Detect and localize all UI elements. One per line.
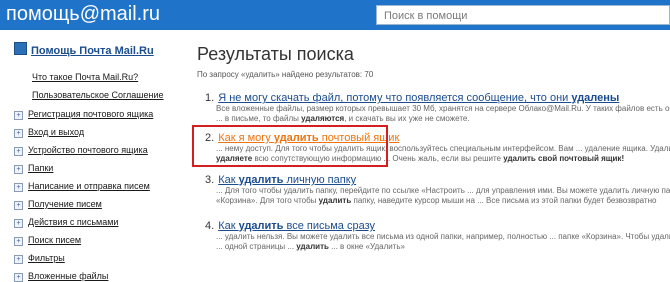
query-info: По запросу «удалить» найдено результатов… (197, 70, 374, 79)
sidebar-item-label[interactable]: Получение писем (28, 199, 102, 209)
expand-plus-icon[interactable]: + (14, 201, 23, 210)
sidebar-item-folders[interactable]: + Папки (14, 163, 53, 174)
result-link[interactable]: Как удалить все письма сразу (218, 220, 375, 232)
sidebar-item-label[interactable]: Поиск писем (28, 235, 81, 245)
page-title: Результаты поиска (197, 44, 354, 64)
sidebar-item-what-is-mail[interactable]: Что такое Почта Mail.Ru? (32, 72, 138, 82)
sidebar-item-login[interactable]: + Вход и выход (14, 127, 84, 138)
result-snippet: ... в письме, то файлы удаляются, и скач… (216, 114, 470, 123)
search-input[interactable] (377, 7, 669, 25)
site-logo[interactable]: помощь@mail.ru (6, 3, 160, 26)
result-number: 4. (205, 220, 215, 232)
expand-plus-icon[interactable]: + (14, 183, 23, 192)
sidebar-item-label[interactable]: Устройство почтового ящика (28, 145, 148, 155)
result-link-keyword[interactable]: удалить (239, 174, 284, 186)
result-item: 4. Как удалить все письма сразу ... удали… (205, 220, 670, 252)
expand-plus-icon[interactable]: + (14, 129, 23, 138)
sidebar-item-mailbox-structure[interactable]: + Устройство почтового ящика (14, 145, 148, 156)
sidebar-item-label[interactable]: Регистрация почтового ящика (28, 109, 153, 119)
header-bar: помощь@mail.ru (0, 0, 670, 30)
result-link[interactable]: Я не могу скачать файл, потому что появл… (218, 92, 619, 104)
sidebar-item-label[interactable]: Действия с письмами (28, 217, 118, 227)
sidebar-item-attachments[interactable]: + Вложенные файлы (14, 271, 108, 282)
result-link-text[interactable]: все письма сразу (283, 220, 375, 232)
sidebar-item-user-agreement[interactable]: Пользовательское Соглашение (32, 90, 164, 100)
search-box[interactable] (376, 5, 670, 25)
sidebar-item-label[interactable]: Папки (28, 163, 53, 173)
result-link-text[interactable]: Я не могу скачать файл, потому что появл… (218, 92, 571, 104)
expand-plus-icon[interactable]: + (14, 255, 23, 264)
result-snippet: ... удалить нельзя. Вы можете удалить вс… (216, 232, 670, 241)
sidebar-item-writing[interactable]: + Написание и отправка писем (14, 181, 150, 192)
highlight-frame (192, 125, 388, 167)
result-link-keyword[interactable]: удалить (239, 220, 284, 232)
sidebar-item-label[interactable]: Вход и выход (28, 127, 84, 137)
expand-plus-icon[interactable]: + (14, 165, 23, 174)
result-item: 1. Я не могу скачать файл, потому что поя… (205, 92, 670, 124)
result-number: 1. (205, 92, 215, 104)
sidebar-item-label[interactable]: Вложенные файлы (28, 271, 108, 281)
result-snippet: Все вложенные файлы, размер которых прев… (216, 104, 670, 113)
expand-plus-icon[interactable]: + (14, 237, 23, 246)
sidebar-item-label[interactable]: Что такое Почта Mail.Ru? (32, 72, 138, 82)
expand-plus-icon[interactable]: + (14, 111, 23, 120)
sidebar-item-search[interactable]: + Поиск писем (14, 235, 81, 246)
result-link[interactable]: Как удалить личную папку (218, 174, 356, 186)
sidebar-item-label[interactable]: Пользовательское Соглашение (32, 90, 164, 100)
help-book-icon (14, 42, 27, 55)
sidebar-item-registration[interactable]: + Регистрация почтового ящика (14, 109, 153, 120)
result-item: 3. Как удалить личную папку ... Для того … (205, 174, 670, 206)
sidebar-item-receiving[interactable]: + Получение писем (14, 199, 102, 210)
result-snippet: «Корзина». Для того чтобы удалить папку,… (216, 196, 657, 205)
result-snippet: ... Для того чтобы удалить папку, перейд… (216, 186, 670, 195)
result-link-text[interactable]: Как (218, 220, 238, 232)
sidebar-item-label[interactable]: Написание и отправка писем (28, 181, 150, 191)
sidebar-item-actions[interactable]: + Действия с письмами (14, 217, 118, 228)
sidebar-title-label[interactable]: Помощь Почта Mail.Ru (31, 45, 154, 57)
sidebar-item-filters[interactable]: + Фильтры (14, 253, 65, 264)
result-link-text[interactable]: Как (218, 174, 238, 186)
expand-plus-icon[interactable]: + (14, 273, 23, 282)
result-snippet: ... одной страницы ... удалить ... в окн… (216, 242, 405, 251)
result-link-text[interactable]: личную папку (283, 174, 356, 186)
result-number: 3. (205, 174, 215, 186)
sidebar-title[interactable]: Помощь Почта Mail.Ru (14, 41, 154, 59)
expand-plus-icon[interactable]: + (14, 147, 23, 156)
expand-plus-icon[interactable]: + (14, 219, 23, 228)
sidebar-item-label[interactable]: Фильтры (28, 253, 65, 263)
result-link-keyword[interactable]: удалены (571, 92, 619, 104)
